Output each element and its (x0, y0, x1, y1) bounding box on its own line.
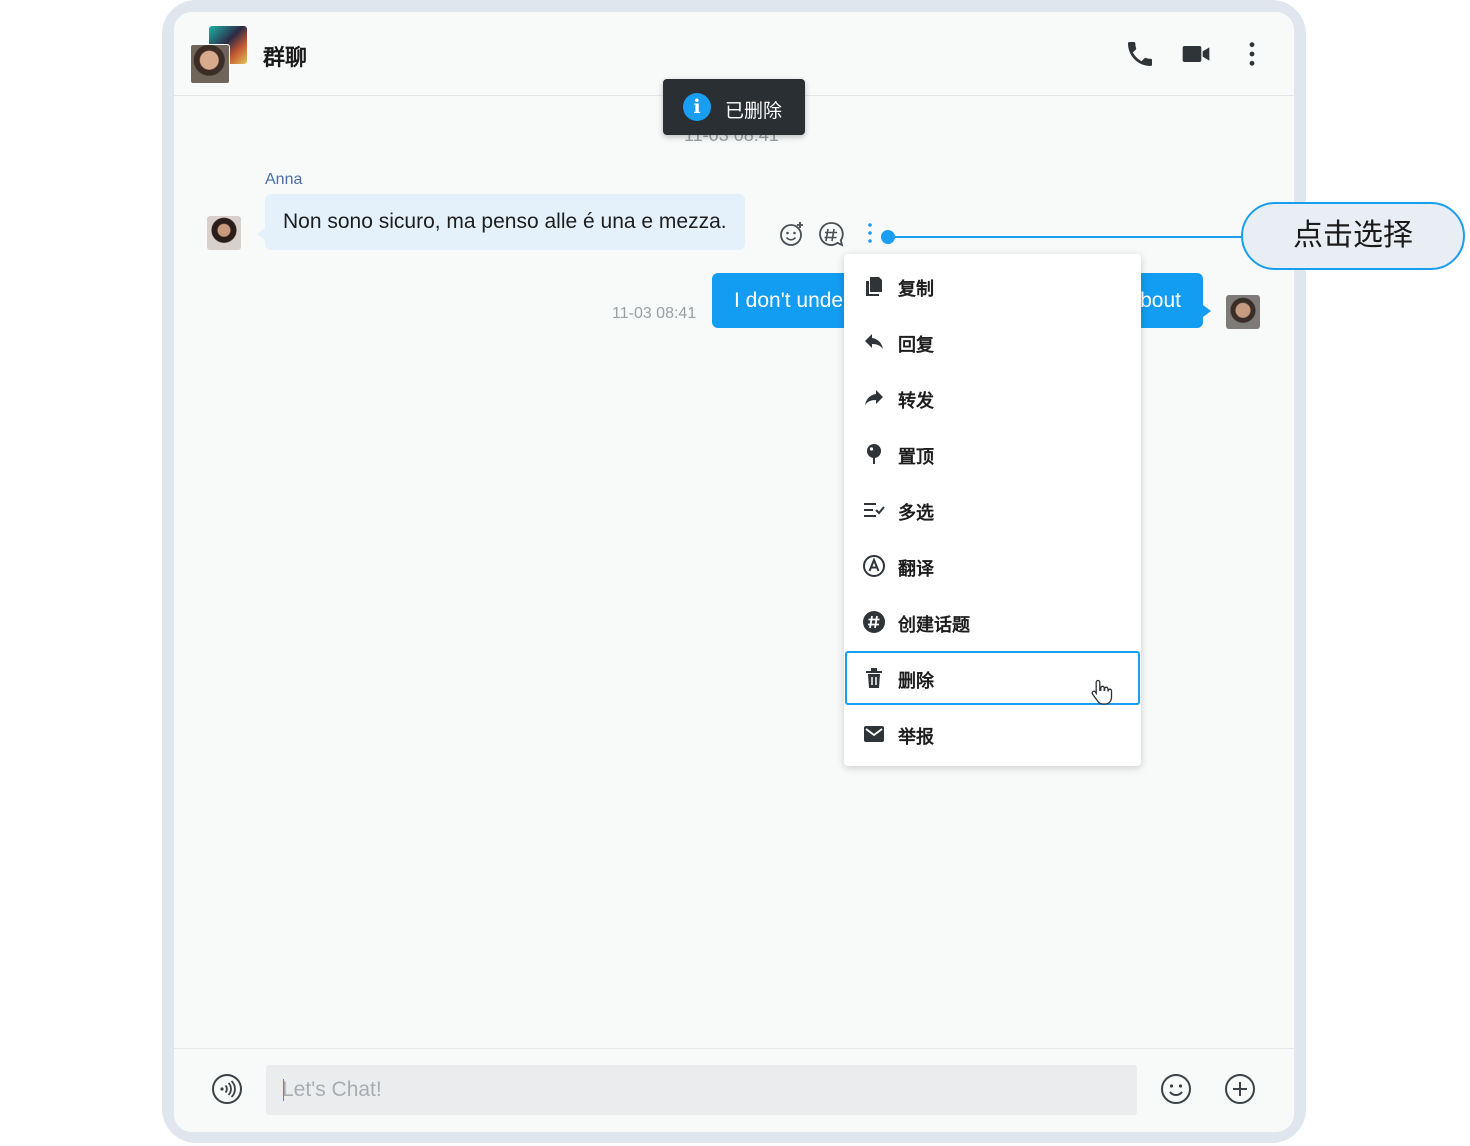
menu-item-pin[interactable]: 置顶 (844, 426, 1141, 482)
group-avatar[interactable] (190, 26, 248, 84)
thread-icon[interactable] (817, 220, 845, 248)
menu-item-multi-select[interactable]: 多选 (844, 482, 1141, 538)
voice-icon[interactable] (211, 1073, 243, 1105)
video-camera-icon[interactable] (1180, 38, 1212, 70)
menu-item-delete[interactable]: 删除 (844, 650, 1141, 706)
emoji-icon[interactable] (1160, 1073, 1192, 1105)
forward-icon (862, 386, 886, 410)
avatar[interactable] (1226, 295, 1260, 329)
menu-item-label: 举报 (898, 727, 934, 748)
menu-item-label: 回复 (898, 335, 934, 356)
menu-item-create-thread[interactable]: 创建话题 (844, 594, 1141, 650)
chat-window: 群聊 11-03 08:41 i 已删除 Anna Non sono sicur… (174, 12, 1294, 1132)
outgoing-message-text-end: bout (1140, 289, 1181, 312)
pin-icon (862, 442, 886, 466)
menu-item-label: 置顶 (898, 447, 934, 468)
add-reaction-icon[interactable] (778, 220, 806, 248)
menu-item-translate[interactable]: 翻译 (844, 538, 1141, 594)
bubble-tail (1203, 305, 1211, 317)
menu-item-label: 删除 (898, 671, 934, 692)
menu-item-report[interactable]: 举报 (844, 706, 1141, 762)
translate-icon (862, 554, 886, 578)
annotation-dot (881, 230, 895, 244)
menu-item-reply[interactable]: 回复 (844, 314, 1141, 370)
chat-title: 群聊 (263, 46, 308, 71)
avatar[interactable] (207, 216, 241, 250)
message-more-icon[interactable] (856, 220, 884, 248)
outgoing-message-text: I don't unde (734, 289, 844, 312)
toast-notification: i 已删除 (663, 79, 805, 135)
menu-item-label: 转发 (898, 391, 934, 412)
menu-item-label: 多选 (898, 503, 934, 524)
phone-icon[interactable] (1124, 38, 1156, 70)
text-caret (283, 1079, 284, 1101)
group-avatar-member-front (190, 44, 230, 84)
annotation-connector-line (888, 236, 1244, 238)
menu-item-label: 创建话题 (898, 615, 970, 636)
message-context-menu: 复制 回复 转发 置顶 多选 翻译 创建话题 删除 举报 (844, 254, 1141, 766)
reply-icon (862, 330, 886, 354)
create-thread-icon (862, 610, 886, 634)
message-input[interactable] (266, 1065, 1137, 1115)
message-timestamp: 11-03 08:41 (612, 305, 697, 322)
info-icon: i (683, 93, 711, 121)
sender-name: Anna (265, 171, 303, 188)
toast-text: 已删除 (725, 100, 783, 122)
multi-select-icon (862, 498, 886, 522)
hand-cursor-icon (1090, 678, 1114, 706)
more-vertical-icon[interactable] (1236, 38, 1268, 70)
composer-bar (174, 1048, 1294, 1132)
menu-item-forward[interactable]: 转发 (844, 370, 1141, 426)
menu-item-label: 复制 (898, 279, 934, 300)
menu-item-copy[interactable]: 复制 (844, 258, 1141, 314)
trash-icon (862, 666, 886, 690)
incoming-message-bubble[interactable]: Non sono sicuro, ma penso alle é una e m… (257, 194, 745, 250)
plus-icon[interactable] (1224, 1073, 1256, 1105)
report-icon (862, 722, 886, 746)
annotation-callout: 点击选择 (1241, 202, 1465, 270)
copy-icon (862, 274, 886, 298)
menu-item-label: 翻译 (898, 559, 934, 580)
